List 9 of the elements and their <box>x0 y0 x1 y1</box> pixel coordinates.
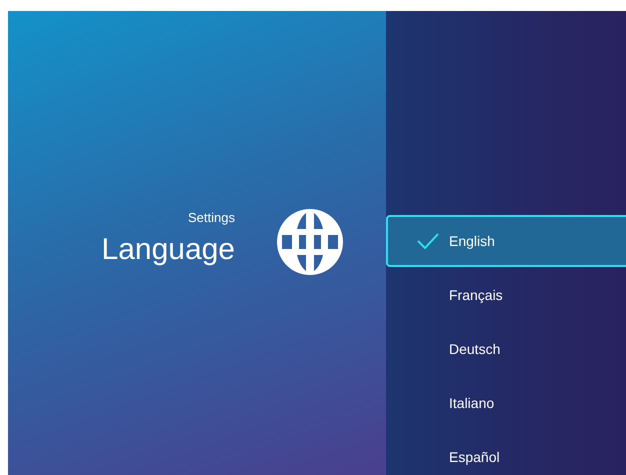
globe-icon <box>277 209 343 275</box>
page-title: Language <box>100 232 235 268</box>
language-option[interactable]: English <box>386 215 626 267</box>
breadcrumb-label: Settings <box>187 209 235 227</box>
language-option[interactable]: Français <box>386 269 626 321</box>
language-option[interactable]: Italiano <box>386 377 626 429</box>
language-option[interactable]: Español <box>386 431 626 475</box>
checkmark-icon <box>417 233 439 249</box>
language-option[interactable]: Deutsch <box>386 323 626 375</box>
